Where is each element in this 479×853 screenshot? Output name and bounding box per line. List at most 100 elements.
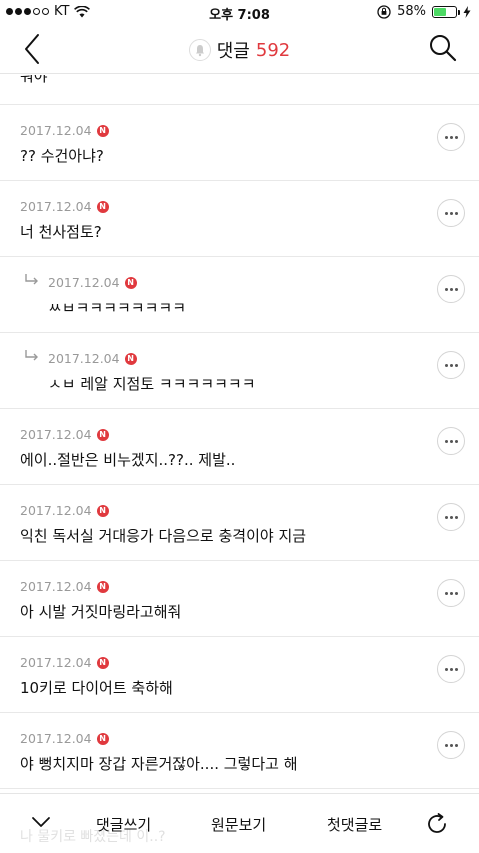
more-dot [444, 667, 448, 671]
new-badge: N [96, 200, 109, 213]
comment-list: 줘야 2017.12.04 N ?? 수건아냐? 2017.12.04 N 너 천사점토?… [0, 75, 479, 793]
comment-meta: 2017.12.04 N [20, 427, 109, 442]
more-options-button[interactable] [437, 427, 465, 455]
comment-date: 2017.12.04 [20, 655, 92, 670]
comment-text: ㅅㅂ 레알 지점토 ㅋㅋㅋㅋㅋㅋㅋ [48, 375, 256, 393]
more-options-button[interactable] [437, 123, 465, 151]
comment-item[interactable]: 2017.12.04 N 너 천사점토? [0, 181, 479, 257]
more-dot [454, 591, 458, 595]
comment-meta: 2017.12.04 N [20, 503, 109, 518]
more-options-button[interactable] [437, 199, 465, 227]
title-label: 댓글 [216, 41, 250, 62]
comment-text: 야 뻥치지마 장갑 자른거잖아.... 그렇다고 해 [20, 755, 298, 773]
comment-text: ㅆㅂㅋㅋㅋㅋㅋㅋㅋㅋ [48, 299, 187, 317]
more-options-button[interactable] [437, 731, 465, 759]
more-dot [454, 515, 458, 519]
more-dot [444, 211, 448, 215]
comment-count: 592 [255, 39, 291, 61]
comment-date: 2017.12.04 [48, 351, 120, 366]
more-dot [444, 135, 448, 139]
comment-text: 에이..절반은 비누겠지..??.. 제발.. [20, 451, 236, 469]
more-dot [454, 667, 458, 671]
more-dot [449, 515, 453, 519]
status-right: 58% [377, 4, 471, 19]
comment-date: 2017.12.04 [20, 199, 92, 214]
more-dot [454, 363, 458, 367]
comment-date: 2017.12.04 [20, 503, 92, 518]
comment-text: 10키로 다이어트 축하해 [20, 679, 173, 697]
new-badge: N [96, 428, 109, 441]
comment-meta: 2017.12.04 N [20, 123, 109, 138]
more-dot [454, 135, 458, 139]
comment-item[interactable]: 2017.12.04 N ?? 수건아냐? [0, 105, 479, 181]
more-dot [449, 667, 453, 671]
reply-item[interactable]: 2017.12.04 N ㅆㅂㅋㅋㅋㅋㅋㅋㅋㅋ [0, 257, 479, 333]
search-icon[interactable] [427, 32, 459, 64]
new-badge: N [124, 276, 137, 289]
new-badge: N [96, 124, 109, 137]
comment-item[interactable]: 2017.12.04 N 야 뻥치지마 장갑 자른거잖아.... 그렇다고 해 [0, 713, 479, 789]
page-title: 댓글 592 [0, 37, 479, 63]
more-dot [444, 515, 448, 519]
more-dot [444, 363, 448, 367]
comment-text: ?? 수건아냐? [20, 147, 104, 165]
more-dot [454, 287, 458, 291]
more-dot [449, 591, 453, 595]
comment-meta: 2017.12.04 N [48, 351, 137, 366]
comment-date: 2017.12.04 [20, 123, 92, 138]
more-dot [444, 439, 448, 443]
new-badge: N [96, 580, 109, 593]
refresh-icon[interactable] [425, 812, 449, 836]
comment-text: 아 시발 거짓마링라고해줘 [20, 603, 182, 621]
more-dot [444, 591, 448, 595]
battery-percent: 58% [397, 4, 426, 19]
more-dot [454, 211, 458, 215]
more-dot [449, 211, 453, 215]
comment-meta: 2017.12.04 N [20, 731, 109, 746]
nav-bar: 댓글 592 [0, 24, 479, 74]
more-options-button[interactable] [437, 351, 465, 379]
reply-item[interactable]: 2017.12.04 N ㅅㅂ 레알 지점토 ㅋㅋㅋㅋㅋㅋㅋ [0, 333, 479, 409]
first-comment-button[interactable]: 첫댓글로 [327, 814, 382, 835]
more-options-button[interactable] [437, 275, 465, 303]
bottom-toolbar: 나 물키로 빠졌는데 이..? 댓글쓰기 원문보기 첫댓글로 [0, 793, 479, 853]
more-dot [449, 363, 453, 367]
more-options-button[interactable] [437, 579, 465, 607]
new-badge: N [96, 656, 109, 669]
reply-arrow-icon [25, 350, 38, 361]
comment-item[interactable]: 2017.12.04 N 10키로 다이어트 축하해 [0, 637, 479, 713]
more-options-button[interactable] [437, 503, 465, 531]
comment-item[interactable]: 2017.12.04 N 에이..절반은 비누겠지..??.. 제발.. [0, 409, 479, 485]
comment-item[interactable]: 2017.12.04 N 익친 독서실 거대응가 다음으로 충격이야 지금 [0, 485, 479, 561]
new-badge: N [96, 504, 109, 517]
comment-date: 2017.12.04 [48, 275, 120, 290]
more-dot [444, 743, 448, 747]
comment-meta: 2017.12.04 N [20, 579, 109, 594]
more-dot [449, 743, 453, 747]
view-original-button[interactable]: 원문보기 [211, 814, 266, 835]
comment-text: 익친 독서실 거대응가 다음으로 충격이야 지금 [20, 527, 307, 545]
bell-icon [188, 39, 211, 61]
comment-meta: 2017.12.04 N [48, 275, 137, 290]
more-dot [449, 135, 453, 139]
comment-date: 2017.12.04 [20, 579, 92, 594]
battery-icon [432, 5, 460, 18]
charging-icon [463, 5, 471, 18]
comment-text: 너 천사점토? [20, 223, 102, 241]
comment-item[interactable]: 2017.12.04 N 아 시발 거짓마링라고해줘 [0, 561, 479, 637]
orientation-lock-icon [377, 4, 391, 19]
chevron-down-icon[interactable] [30, 814, 52, 830]
more-dot [449, 439, 453, 443]
comment-meta: 2017.12.04 N [20, 655, 109, 670]
comment-date: 2017.12.04 [20, 731, 92, 746]
more-dot [444, 287, 448, 291]
comment-date: 2017.12.04 [20, 427, 92, 442]
more-options-button[interactable] [437, 655, 465, 683]
write-comment-button[interactable]: 댓글쓰기 [96, 814, 151, 835]
status-bar: KT 오후 7:08 58% [0, 0, 479, 24]
more-dot [454, 743, 458, 747]
reply-arrow-icon [25, 274, 38, 285]
more-dot [449, 287, 453, 291]
new-badge: N [124, 352, 137, 365]
more-dot [454, 439, 458, 443]
